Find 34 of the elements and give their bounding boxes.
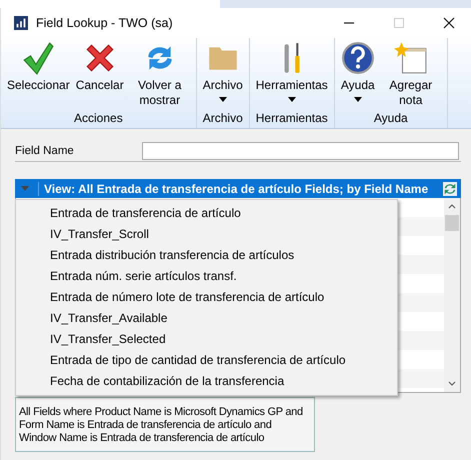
field-name-input[interactable]: [142, 142, 459, 160]
refresh-icon[interactable]: [443, 182, 457, 196]
scroll-thumb[interactable]: [445, 215, 459, 231]
group-label: Herramientas: [256, 111, 328, 127]
menu-item[interactable]: Entrada de transferencia de artículo: [16, 202, 397, 223]
ribbon-button[interactable]: Seleccionar: [4, 38, 73, 111]
ribbon-button[interactable]: Archivo: [200, 38, 246, 111]
group-label: Acciones: [74, 111, 123, 127]
description-text: All Fields where Product Name is Microsoft Dynamics GP and Form Name is Entrada de transferencia de artículo and Window Name is Entrada de transferencia de artículo: [19, 406, 304, 445]
group-label: Archivo: [202, 111, 243, 127]
menu-item[interactable]: Entrada de número lote de transferencia de artículo: [16, 286, 397, 307]
app-icon: [14, 16, 28, 30]
view-title: View: All Entrada de transferencia de artículo Fields; by Field Name: [38, 182, 428, 196]
help-icon: [340, 41, 375, 75]
ribbon-button[interactable]: Cancelar: [72, 38, 127, 111]
menu-item[interactable]: Entrada núm. serie artículos transf.: [16, 265, 397, 286]
window-title: Field Lookup - TWO (sa): [36, 16, 173, 30]
scrollbar[interactable]: [444, 198, 460, 392]
menu-item[interactable]: Fecha de contabilización de la transferencia: [16, 370, 397, 391]
menu-item[interactable]: IV_Transfer_Selected: [16, 328, 397, 349]
menu-item[interactable]: IV_Transfer_Scroll: [16, 223, 397, 244]
caret-icon[interactable]: [21, 186, 29, 191]
ribbon-button[interactable]: Agregar nota: [378, 38, 444, 111]
menu-item[interactable]: Entrada distribución transferencia de artículos: [16, 244, 397, 265]
menu-item[interactable]: IV_Transfer_Available: [16, 307, 397, 328]
note-icon: [394, 41, 428, 75]
close-icon[interactable]: [443, 17, 455, 29]
group-label: Ayuda: [374, 111, 408, 127]
menu-item[interactable]: Entrada de tipo de cantidad de transferencia de artículo: [16, 349, 397, 370]
ribbon-button[interactable]: Herramientas: [252, 38, 331, 111]
ribbon-button[interactable]: Volver a mostrar: [126, 38, 193, 111]
ribbon-button[interactable]: Ayuda: [338, 38, 378, 111]
field-label: Field Name: [15, 145, 75, 157]
checkmark-icon: [21, 41, 56, 75]
